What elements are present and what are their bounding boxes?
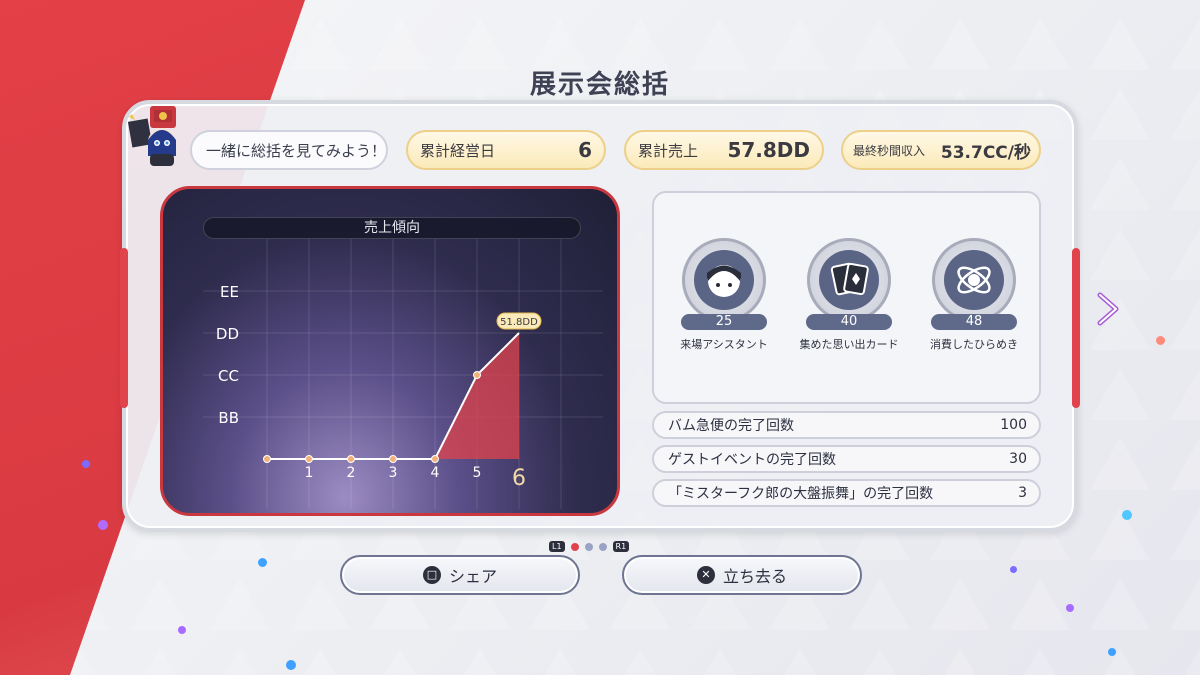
- data-point: [263, 455, 271, 463]
- row-guest-event: ゲストイベントの完了回数 30: [652, 445, 1041, 473]
- share-button[interactable]: □ シェア: [340, 555, 580, 595]
- data-point: [431, 455, 439, 463]
- sales-value: 57.8DD: [727, 138, 810, 162]
- assistant-face-icon: [682, 238, 766, 322]
- x-tick-label: 5: [473, 465, 482, 481]
- confetti: [1156, 336, 1165, 345]
- row-delivery: バム急便の完了回数 100: [652, 411, 1041, 439]
- r1-button-hint[interactable]: R1: [612, 541, 630, 552]
- x-tick-label: 4: [431, 465, 440, 481]
- row-label: ゲストイベントの完了回数: [668, 452, 836, 468]
- confetti: [178, 626, 186, 634]
- hint-bubble: 一緒に総括を見てみよう！: [190, 130, 388, 170]
- confetti: [258, 558, 267, 567]
- income-label: 最終秒間収入: [853, 143, 926, 158]
- confetti: [1122, 510, 1132, 520]
- stat-label: 来場アシスタント: [680, 338, 768, 351]
- stat-assistants: 25 来場アシスタント: [674, 238, 774, 352]
- stat-inspiration: 48 消費したひらめき: [924, 238, 1024, 352]
- share-label: シェア: [448, 567, 497, 586]
- data-point: [389, 455, 397, 463]
- confetti: [82, 460, 90, 468]
- row-value: 30: [1009, 451, 1027, 467]
- stat-count: 25: [681, 314, 767, 330]
- row-value: 3: [1018, 485, 1027, 501]
- chart-plot: BB CC DD EE 1 2 3 4 5 6 51.8DD: [203, 239, 603, 509]
- page-dot[interactable]: [598, 542, 607, 551]
- sales-trend-chart: 売上傾向 BB CC DD EE 1 2 3 4 5 6 51.8DD: [160, 186, 620, 516]
- data-point: [305, 455, 313, 463]
- hint-text: 一緒に総括を見てみよう！: [206, 141, 387, 160]
- panel-left-accent: [120, 248, 128, 408]
- confetti: [1108, 648, 1116, 656]
- atom-icon: [932, 238, 1016, 322]
- y-tick-label: DD: [216, 325, 239, 343]
- stat-count: 40: [806, 314, 892, 330]
- confetti: [1010, 566, 1017, 573]
- y-tick-label: EE: [220, 283, 239, 301]
- sales-label: 累計売上: [638, 141, 699, 160]
- leave-button[interactable]: ✕ 立ち去る: [622, 555, 862, 595]
- confetti: [98, 520, 108, 530]
- data-point: [347, 455, 355, 463]
- next-page-arrow-icon[interactable]: [1094, 292, 1122, 326]
- y-tick-label: BB: [218, 409, 239, 427]
- square-button-icon: □: [422, 566, 441, 584]
- y-tick-label: CC: [218, 367, 239, 385]
- row-label: バム急便の完了回数: [668, 418, 794, 434]
- page-dot[interactable]: [584, 542, 593, 551]
- x-tick-label: 3: [389, 465, 398, 481]
- page-dot[interactable]: [570, 542, 579, 551]
- leave-label: 立ち去る: [722, 567, 787, 586]
- row-label: 「ミスターフク郎の大盤振舞」の完了回数: [668, 486, 934, 502]
- stat-cards: 40 集めた思い出カード: [799, 238, 899, 352]
- days-label: 累計経営日: [420, 141, 496, 160]
- cards-icon: [807, 238, 891, 322]
- days-badge: 累計経営日 6: [406, 130, 606, 170]
- confetti: [286, 660, 296, 670]
- page-indicator: L1 R1: [549, 541, 630, 552]
- x-tick-label: 6: [512, 466, 526, 491]
- stat-count: 48: [931, 314, 1017, 330]
- page-title: 展示会総括: [529, 70, 670, 100]
- panel-right-accent: [1072, 248, 1080, 408]
- confetti: [1066, 604, 1074, 612]
- stat-label: 消費したひらめき: [930, 338, 1018, 351]
- days-value: 6: [578, 138, 592, 162]
- x-tick-label: 1: [305, 465, 314, 481]
- final-value-label: 51.8DD: [500, 317, 538, 328]
- stats-box: 25 来場アシスタント 40 集めた思い出カード 48 消費したひらめき: [652, 191, 1041, 404]
- stat-label: 集めた思い出カード: [799, 338, 899, 351]
- mascot-avatar: [124, 106, 192, 170]
- l1-button-hint[interactable]: L1: [549, 541, 565, 552]
- row-mister-fuku: 「ミスターフク郎の大盤振舞」の完了回数 3: [652, 479, 1041, 507]
- data-point: [473, 371, 481, 379]
- income-value: 53.7CC/秒: [940, 142, 1031, 163]
- sales-badge: 累計売上 57.8DD: [624, 130, 824, 170]
- x-tick-label: 2: [347, 465, 356, 481]
- row-value: 100: [1000, 417, 1027, 433]
- cross-button-icon: ✕: [696, 566, 715, 584]
- income-badge: 最終秒間収入 53.7CC/秒: [841, 130, 1041, 170]
